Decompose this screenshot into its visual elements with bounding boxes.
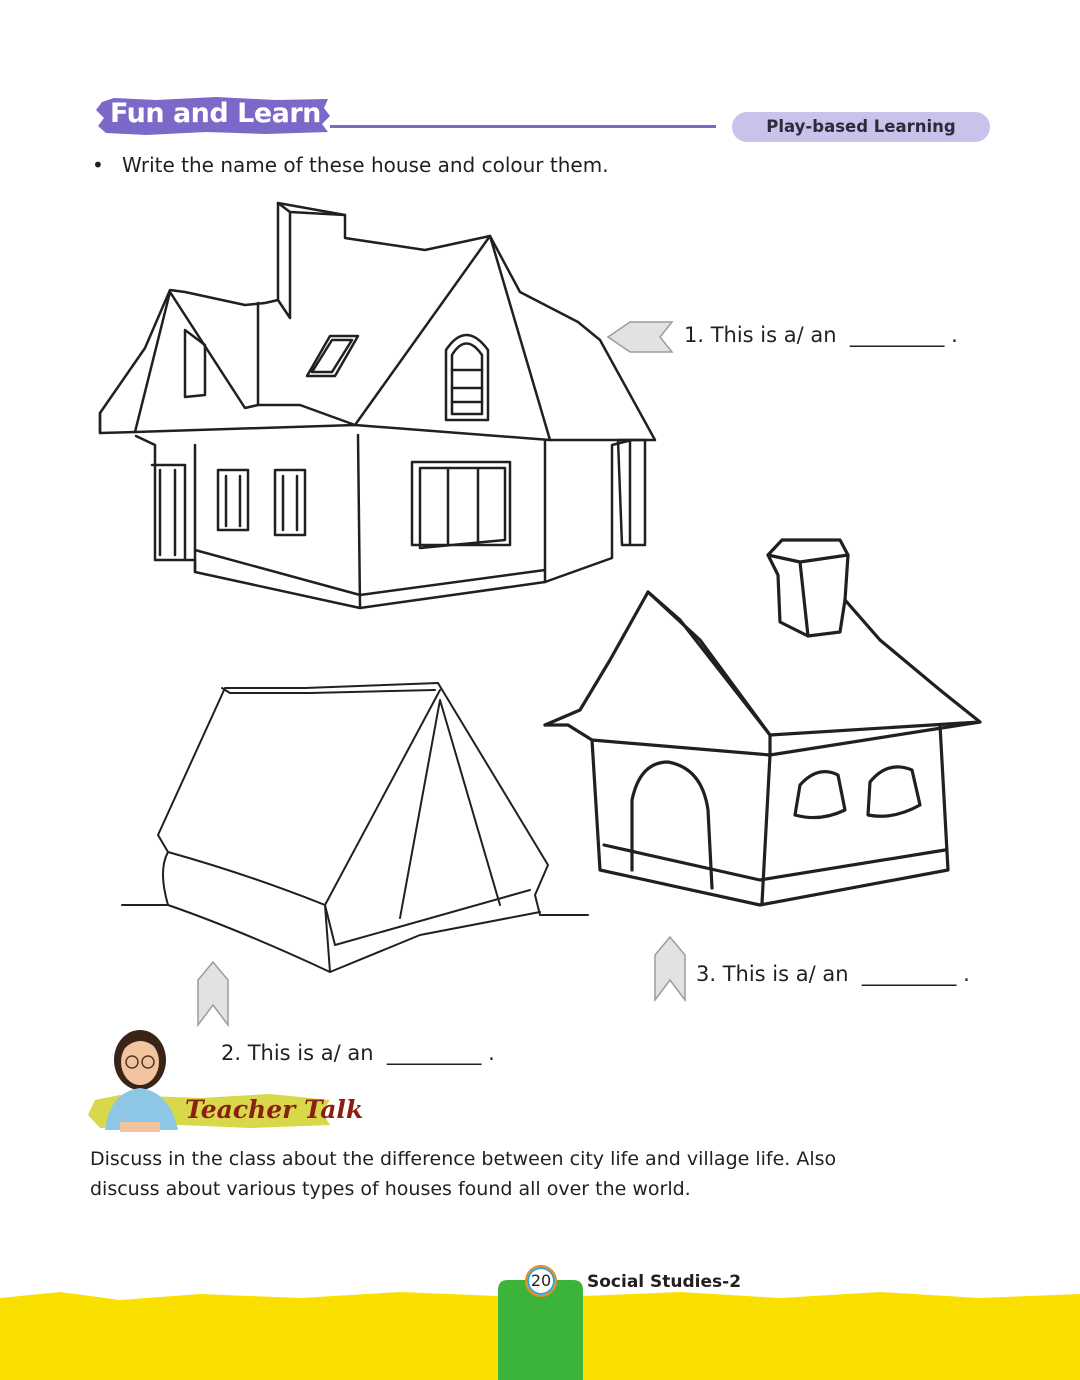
arrow-pointer-icon [654,935,686,1003]
modern-house-drawing [98,201,657,610]
question-2-label: 2. This is a/ an _________ . [221,1041,495,1065]
cottage-drawing [543,538,982,907]
question-1-label: 1. This is a/ an _________ . [684,323,958,347]
teacher-talk-label: Teacher Talk [185,1095,364,1124]
tent-drawing [121,682,589,973]
arrow-pointer-icon [606,321,674,353]
question-3-label: 3. This is a/ an _________ . [696,962,970,986]
book-title: Social Studies-2 [587,1272,742,1292]
teacher-talk-text: Discuss in the class about the differenc… [90,1148,837,1200]
house-drawings [88,201,982,1132]
page-number: 20 [525,1265,557,1297]
arrow-pointer-icon [197,960,229,1028]
